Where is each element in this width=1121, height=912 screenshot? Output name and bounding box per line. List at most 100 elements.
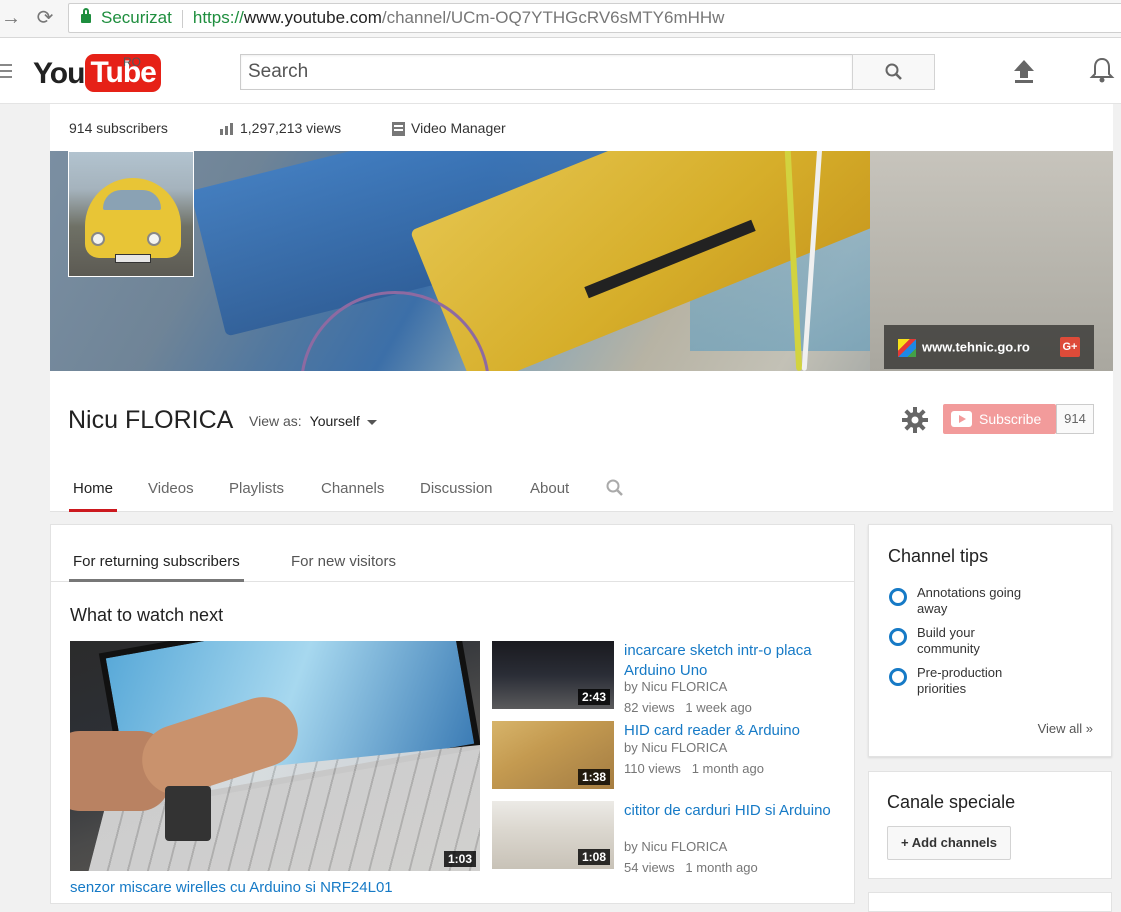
video-manager-icon bbox=[392, 122, 405, 137]
hamburger-menu-icon[interactable] bbox=[0, 64, 12, 78]
channel-banner: www.tehnic.go.ro G+ bbox=[50, 151, 1113, 371]
bar-chart-icon bbox=[220, 123, 233, 136]
forward-arrow-icon[interactable]: → bbox=[0, 7, 22, 29]
audience-tabs: For returning subscribers For new visito… bbox=[51, 525, 854, 582]
subscribe-button[interactable]: Subscribe bbox=[943, 404, 1056, 434]
avatar-car-plate bbox=[115, 254, 151, 263]
video-views: 110 views bbox=[624, 761, 681, 776]
url-protocol: https:// bbox=[192, 8, 244, 27]
channel-tabs: Home Videos Playlists Channels Discussio… bbox=[50, 464, 1113, 512]
url-host: www.youtube.com bbox=[243, 8, 382, 27]
tab-new-visitors[interactable]: For new visitors bbox=[291, 553, 396, 582]
subscriber-count-badge: 914 bbox=[1056, 404, 1094, 434]
search-button[interactable] bbox=[852, 54, 935, 90]
tab-playlists[interactable]: Playlists bbox=[229, 480, 284, 512]
views-count: 1,297,213 views bbox=[240, 120, 342, 136]
channel-search-icon[interactable] bbox=[605, 478, 625, 498]
progress-ring-icon bbox=[889, 668, 907, 686]
url-path: /channel/UCm-OQ7YTHGcRV6sMTY6mHHw bbox=[381, 8, 725, 27]
video-meta: 110 views 1 month ago bbox=[624, 761, 764, 776]
video-manager-label: Video Manager bbox=[411, 120, 506, 136]
video-duration: 1:03 bbox=[443, 851, 476, 867]
masthead: You Tube RO Search bbox=[0, 38, 1121, 104]
website-link-label: www.tehnic.go.ro bbox=[922, 339, 1030, 355]
video-author[interactable]: by Nicu FLORICA bbox=[624, 740, 727, 755]
search-icon bbox=[885, 63, 902, 80]
website-favicon-icon bbox=[898, 339, 916, 357]
video-views: 54 views bbox=[624, 860, 675, 875]
search-input[interactable]: Search bbox=[240, 54, 853, 90]
channel-title: Nicu FLORICA bbox=[68, 406, 234, 434]
list-item[interactable]: 1:38 HID card reader & Arduino by Nicu F… bbox=[492, 721, 842, 791]
reload-icon[interactable]: ⟳ bbox=[34, 7, 56, 29]
website-link[interactable]: www.tehnic.go.ro bbox=[898, 339, 1030, 357]
tab-channels[interactable]: Channels bbox=[321, 480, 384, 512]
tip-label: Build your community bbox=[917, 625, 980, 656]
upload-icon[interactable] bbox=[1012, 58, 1036, 84]
video-duration: 2:43 bbox=[577, 689, 610, 705]
featured-video-title[interactable]: senzor miscare wirelles cu Arduino si NR… bbox=[70, 879, 393, 896]
video-thumbnail[interactable]: 2:43 bbox=[492, 641, 614, 709]
thumb-module bbox=[165, 786, 211, 841]
video-age: 1 week ago bbox=[685, 700, 752, 715]
avatar-car-headlight bbox=[91, 232, 105, 246]
view-as-selector[interactable]: View as: Yourself bbox=[249, 413, 377, 429]
progress-ring-icon bbox=[889, 588, 907, 606]
video-thumbnail[interactable]: 1:38 bbox=[492, 721, 614, 789]
video-age: 1 month ago bbox=[691, 761, 764, 776]
sidebar-card bbox=[868, 892, 1112, 912]
featured-channels-title: Canale speciale bbox=[887, 792, 1016, 812]
subscribe-label: Subscribe bbox=[979, 411, 1042, 427]
view-as-label: View as: bbox=[249, 413, 302, 429]
home-content: For returning subscribers For new visito… bbox=[50, 524, 855, 904]
tab-home[interactable]: Home bbox=[69, 480, 118, 512]
view-as-value: Yourself bbox=[309, 413, 360, 429]
url-separator bbox=[181, 9, 183, 28]
tab-about[interactable]: About bbox=[530, 480, 569, 512]
region-label: RO bbox=[123, 55, 141, 69]
section-title: What to watch next bbox=[70, 605, 224, 625]
tab-videos[interactable]: Videos bbox=[148, 480, 194, 512]
list-item[interactable]: 2:43 incarcare sketch intr-o placa Ardui… bbox=[492, 641, 842, 715]
logo-you-text: You bbox=[33, 57, 85, 90]
video-duration: 1:38 bbox=[577, 769, 610, 785]
video-thumbnail[interactable]: 1:08 bbox=[492, 801, 614, 869]
views-stat: 1,297,213 views bbox=[220, 120, 341, 136]
gear-icon[interactable] bbox=[901, 406, 929, 434]
video-meta: 82 views 1 week ago bbox=[624, 700, 752, 715]
video-author[interactable]: by Nicu FLORICA bbox=[624, 839, 727, 854]
secure-label: Securizat bbox=[101, 8, 172, 27]
featured-video-thumbnail[interactable]: 1:03 bbox=[70, 641, 480, 871]
tip-label: Annotations going away bbox=[917, 585, 1022, 616]
tab-discussion[interactable]: Discussion bbox=[420, 480, 493, 512]
address-bar[interactable]: Securizat https://www.youtube.com/channel… bbox=[68, 3, 1121, 33]
video-age: 1 month ago bbox=[685, 860, 758, 875]
video-title[interactable]: incarcare sketch intr-o placa Arduino Un… bbox=[624, 641, 839, 681]
tab-returning-subscribers[interactable]: For returning subscribers bbox=[69, 553, 244, 582]
banner-links: www.tehnic.go.ro G+ bbox=[884, 325, 1094, 369]
google-plus-icon[interactable]: G+ bbox=[1060, 337, 1080, 357]
add-channels-button[interactable]: + Add channels bbox=[887, 826, 1011, 860]
channel-tips-title: Channel tips bbox=[888, 546, 989, 566]
featured-channels-card: Canale speciale + Add channels bbox=[868, 771, 1112, 879]
video-title[interactable]: HID card reader & Arduino bbox=[624, 721, 839, 741]
video-title[interactable]: cititor de carduri HID si Arduino bbox=[624, 801, 839, 821]
channel-tips-card: Channel tips Annotations going away Buil… bbox=[868, 524, 1112, 757]
youtube-logo[interactable]: You Tube bbox=[33, 54, 161, 94]
lock-icon bbox=[81, 8, 91, 23]
channel-avatar[interactable] bbox=[68, 151, 194, 277]
channel-header: 914 subscribers 1,297,213 views Video Ma… bbox=[50, 104, 1113, 512]
tip-label: Pre-production priorities bbox=[917, 665, 1003, 696]
channel-stats: 914 subscribers 1,297,213 views Video Ma… bbox=[50, 104, 1113, 151]
video-author[interactable]: by Nicu FLORICA bbox=[624, 679, 727, 694]
notifications-bell-icon[interactable] bbox=[1089, 56, 1115, 84]
video-views: 82 views bbox=[624, 700, 675, 715]
view-all-tips-link[interactable]: View all » bbox=[1038, 721, 1093, 736]
browser-toolbar: → ⟳ Securizat https://www.youtube.com/cha… bbox=[0, 0, 1121, 38]
youtube-play-icon bbox=[951, 411, 972, 427]
video-meta: 54 views 1 month ago bbox=[624, 860, 758, 875]
avatar-car-window bbox=[103, 190, 161, 210]
video-manager-link[interactable]: Video Manager bbox=[392, 120, 506, 137]
list-item[interactable]: 1:08 cititor de carduri HID si Arduino b… bbox=[492, 801, 842, 875]
avatar-car-headlight bbox=[147, 232, 161, 246]
